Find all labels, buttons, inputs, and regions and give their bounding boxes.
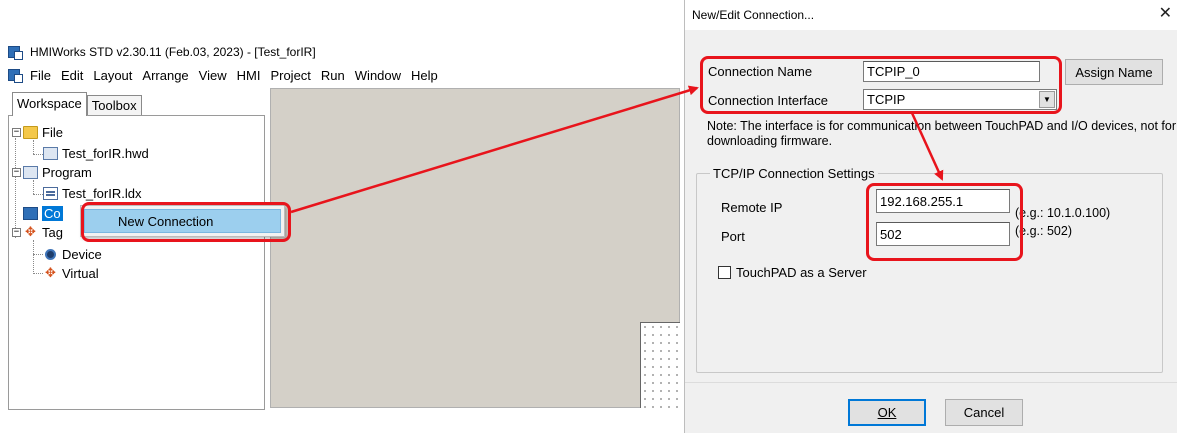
port-label: Port — [721, 229, 745, 244]
program-icon — [23, 165, 38, 179]
tab-workspace[interactable]: Workspace — [12, 92, 87, 116]
tree-item-device[interactable]: Device — [45, 245, 102, 263]
close-icon[interactable]: ✕ — [1159, 6, 1172, 22]
tree-item-hwd-file[interactable]: Test_forIR.hwd — [43, 144, 149, 162]
cancel-button-label: Cancel — [963, 405, 1005, 420]
remote-ip-hint: (e.g.: 10.1.0.100) — [1015, 206, 1111, 220]
menu-edit[interactable]: Edit — [61, 68, 83, 83]
tag-icon: ✥ — [25, 224, 36, 239]
tree-item-ldx-file[interactable]: Test_forIR.ldx — [43, 184, 141, 202]
menu-view[interactable]: View — [199, 68, 227, 83]
virtual-tag-icon: ✥ — [45, 265, 56, 280]
workspace-tree: − File Test_forIR.hwd − Program Test_for… — [8, 115, 265, 410]
touchpad-server-label: TouchPAD as a Server — [736, 265, 867, 280]
group-title: TCP/IP Connection Settings — [710, 166, 878, 181]
menu-run[interactable]: Run — [321, 68, 345, 83]
folder-icon — [23, 125, 38, 139]
tree-item-tags[interactable]: − ✥ Tag — [12, 223, 63, 241]
tree-item-program[interactable]: − Program — [12, 163, 92, 181]
ok-button[interactable]: OK — [848, 399, 926, 426]
collapse-icon[interactable]: − — [12, 127, 21, 137]
interface-note: Note: The interface is for communication… — [707, 119, 1176, 148]
menu-layout[interactable]: Layout — [93, 68, 132, 83]
menu-help[interactable]: Help — [411, 68, 438, 83]
ladder-file-icon — [43, 186, 58, 200]
dialog-title-bar: New/Edit Connection... ✕ — [685, 0, 1177, 30]
dialog-separator — [685, 382, 1177, 383]
collapse-icon[interactable]: − — [12, 227, 21, 237]
dialog-title: New/Edit Connection... — [692, 8, 815, 22]
assign-name-button[interactable]: Assign Name — [1065, 59, 1163, 85]
main-window-title-bar: HMIWorks STD v2.30.11 (Feb.03, 2023) - [… — [8, 42, 316, 62]
tree-item-file[interactable]: − File — [12, 123, 63, 141]
tree-item-connection[interactable]: Co — [23, 204, 63, 222]
highlight-connection-fields — [700, 56, 1062, 114]
tab-toolbox[interactable]: Toolbox — [86, 95, 142, 116]
menu-file[interactable]: File — [30, 68, 51, 83]
screen-file-icon — [43, 146, 58, 160]
port-hint: (e.g.: 502) — [1015, 224, 1072, 238]
remote-ip-label: Remote IP — [721, 200, 783, 215]
menu-hmi[interactable]: HMI — [237, 68, 261, 83]
touchpad-server-checkbox[interactable] — [718, 266, 731, 279]
device-icon — [45, 248, 56, 260]
cancel-button[interactable]: Cancel — [945, 399, 1023, 426]
tree-item-virtual[interactable]: ✥ Virtual — [43, 264, 99, 282]
menu-window[interactable]: Window — [355, 68, 401, 83]
design-canvas[interactable] — [270, 88, 680, 408]
window-title: HMIWorks STD v2.30.11 (Feb.03, 2023) - [… — [30, 45, 316, 59]
highlight-ip-port — [866, 183, 1023, 261]
connection-icon — [23, 206, 38, 220]
hmiworks-app-icon — [8, 44, 24, 60]
document-icon[interactable] — [8, 67, 24, 83]
collapse-icon[interactable]: − — [12, 167, 21, 177]
highlight-new-connection — [81, 202, 291, 242]
menu-arrange[interactable]: Arrange — [142, 68, 188, 83]
menu-bar: File Edit Layout Arrange View HMI Projec… — [8, 65, 448, 85]
workspace-tabs: Workspace Toolbox — [12, 92, 142, 116]
ok-button-label: OK — [877, 405, 897, 420]
menu-project[interactable]: Project — [270, 68, 310, 83]
canvas-grid — [640, 322, 680, 408]
